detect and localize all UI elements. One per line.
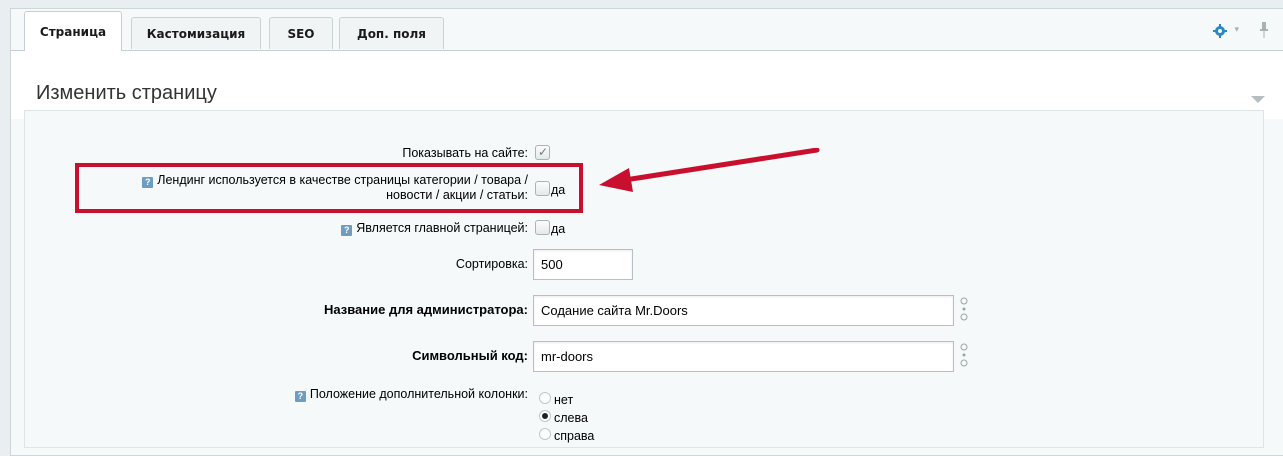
column-position-label: ? Положение дополнительной колонки: bbox=[200, 387, 528, 402]
column-position-option-left[interactable]: слева bbox=[554, 411, 588, 425]
tab-page[interactable]: Страница bbox=[24, 11, 122, 51]
tab-customization[interactable]: Кастомизация bbox=[131, 17, 261, 49]
code-input[interactable]: mr-doors bbox=[533, 341, 954, 372]
translit-icon[interactable] bbox=[958, 296, 970, 324]
checkmark-icon: ✓ bbox=[538, 145, 549, 159]
column-position-option-right[interactable]: справа bbox=[554, 429, 594, 443]
annotation-highlight-box bbox=[75, 163, 583, 213]
sort-input[interactable]: 500 bbox=[533, 249, 633, 280]
is-main-option[interactable]: да bbox=[551, 222, 565, 236]
is-main-label-text: Является главной страницей: bbox=[356, 221, 528, 235]
page-title: Изменить страницу bbox=[36, 82, 217, 104]
column-position-option-none[interactable]: нет bbox=[554, 393, 573, 407]
show-on-site-label: Показывать на сайте: bbox=[402, 146, 528, 160]
admin-name-label: Название для администратора: bbox=[323, 302, 528, 317]
show-on-site-checkbox[interactable]: ✓ bbox=[535, 145, 550, 160]
code-label: Символьный код: bbox=[412, 348, 528, 363]
column-position-label-text: Положение дополнительной колонки: bbox=[309, 387, 528, 401]
section-header: Изменить страницу bbox=[11, 51, 1283, 119]
is-main-label: ? Является главной страницей: bbox=[270, 221, 528, 236]
help-icon[interactable]: ? bbox=[341, 225, 353, 236]
collapse-toggle-icon[interactable] bbox=[1251, 96, 1265, 103]
is-main-checkbox[interactable] bbox=[535, 220, 550, 235]
tabs-bar: Страница Кастомизация SEO Доп. поля ▾ bbox=[11, 9, 1283, 57]
gear-dropdown-icon[interactable]: ▾ bbox=[1234, 24, 1239, 35]
pin-icon[interactable] bbox=[1259, 22, 1269, 38]
translit-icon[interactable] bbox=[958, 342, 970, 370]
column-position-radio-none[interactable] bbox=[539, 392, 551, 404]
tab-extra-fields[interactable]: Доп. поля bbox=[339, 17, 444, 49]
admin-name-input[interactable]: Содание сайта Mr.Doors bbox=[533, 295, 954, 326]
column-position-radio-right[interactable] bbox=[539, 428, 551, 440]
sort-label: Сортировка: bbox=[455, 257, 528, 271]
gear-icon[interactable] bbox=[1213, 24, 1227, 38]
annotation-arrow-icon bbox=[599, 148, 820, 192]
column-position-radio-left[interactable] bbox=[539, 410, 551, 422]
help-icon[interactable]: ? bbox=[294, 391, 306, 402]
tab-seo[interactable]: SEO bbox=[269, 17, 333, 49]
